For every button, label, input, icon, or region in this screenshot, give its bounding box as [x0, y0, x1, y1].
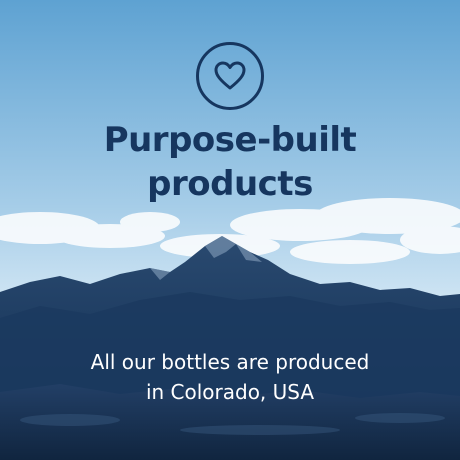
heart-badge	[196, 42, 264, 110]
headline-line-2: products	[147, 164, 313, 204]
heart-icon	[214, 61, 246, 90]
headline: Purpose-built products	[0, 118, 460, 206]
caption-line-1: All our bottles are produced	[90, 350, 370, 374]
caption: All our bottles are produced in Colorado…	[0, 347, 460, 407]
promo-banner: Purpose-built products All our bottles a…	[0, 0, 460, 460]
headline-line-1: Purpose-built	[103, 120, 357, 160]
caption-line-2: in Colorado, USA	[145, 380, 315, 404]
